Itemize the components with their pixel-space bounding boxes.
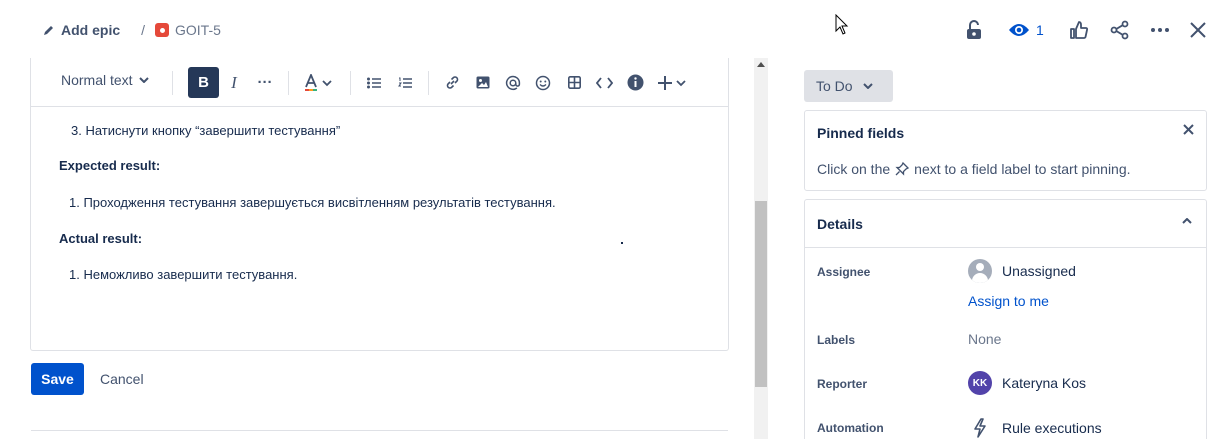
scrollbar-thumb[interactable] xyxy=(755,201,767,387)
add-epic-label: Add epic xyxy=(61,22,121,38)
details-title[interactable]: Details xyxy=(817,216,863,232)
more-actions-button[interactable] xyxy=(1150,27,1170,33)
share-button[interactable] xyxy=(1110,20,1130,40)
bold-button[interactable]: B xyxy=(188,67,219,98)
eye-icon xyxy=(1009,24,1029,36)
bullet-list-button[interactable] xyxy=(366,67,382,98)
automation-value[interactable]: Rule executions xyxy=(968,418,1102,438)
link-icon xyxy=(446,76,458,89)
italic-button[interactable]: I xyxy=(226,67,242,98)
cancel-button[interactable]: Cancel xyxy=(100,371,144,387)
lightning-icon xyxy=(974,418,986,438)
watch-count: 1 xyxy=(1036,22,1044,38)
emoji-button[interactable] xyxy=(534,67,552,98)
pinned-hint-before: Click on the xyxy=(817,161,891,177)
actual-result-heading: Actual result: xyxy=(59,231,143,246)
close-issue-button[interactable] xyxy=(1190,22,1206,38)
text-color-icon xyxy=(305,73,332,91)
labels-label: Labels xyxy=(817,333,856,347)
avatar: KK xyxy=(968,371,992,395)
issue-key-link[interactable]: GOIT-5 xyxy=(155,22,221,38)
divider xyxy=(805,247,1206,248)
image-icon xyxy=(476,76,490,89)
close-icon xyxy=(1190,22,1206,38)
expected-result-item: 1. Проходження тестування завершується в… xyxy=(69,195,556,210)
pinned-fields-title: Pinned fields xyxy=(817,125,905,141)
reporter-value[interactable]: KK Kateryna Kos xyxy=(968,371,1086,395)
assign-to-me-link[interactable]: Assign to me xyxy=(968,293,1049,309)
assignee-value[interactable]: Unassigned xyxy=(968,259,1076,283)
close-icon[interactable] xyxy=(1183,124,1194,135)
avatar xyxy=(968,259,992,283)
save-button[interactable]: Save xyxy=(31,363,84,395)
code-icon xyxy=(595,76,613,89)
breadcrumb: Add epic / GOIT-5 xyxy=(43,19,221,41)
labels-value[interactable]: None xyxy=(968,331,1001,347)
issue-key: GOIT-5 xyxy=(175,22,221,38)
pinned-fields-card: Pinned fields Click on the next to a fie… xyxy=(804,110,1207,191)
share-icon xyxy=(1110,20,1129,40)
reporter-label: Reporter xyxy=(817,377,868,391)
table-button[interactable] xyxy=(566,67,582,98)
status-dropdown[interactable]: To Do xyxy=(804,70,893,102)
insert-more-button[interactable] xyxy=(657,67,687,98)
toolbar-divider xyxy=(288,71,289,95)
info-icon xyxy=(627,74,643,91)
table-icon xyxy=(567,76,581,89)
scroll-up-arrow-icon[interactable] xyxy=(757,62,765,67)
expected-result-heading: Expected result: xyxy=(59,158,161,173)
toolbar-divider xyxy=(350,71,351,95)
pin-icon xyxy=(895,161,910,176)
thumbs-up-icon xyxy=(1069,21,1088,39)
pinned-hint-after: next to a field label to start pinning. xyxy=(914,161,1131,177)
pinned-fields-hint: Click on the next to a field label to st… xyxy=(817,161,1131,177)
mouse-cursor-icon xyxy=(835,14,849,35)
automation-text: Rule executions xyxy=(1002,420,1102,436)
bug-icon xyxy=(155,23,170,37)
breadcrumb-separator: / xyxy=(141,22,146,38)
details-card: Details xyxy=(804,199,1207,439)
divider xyxy=(31,430,728,431)
issue-actions: 1 xyxy=(962,18,1206,42)
lock-button[interactable] xyxy=(962,20,986,40)
info-panel-button[interactable] xyxy=(626,67,644,98)
add-epic-link[interactable]: Add epic xyxy=(43,22,120,38)
assignee-label: Assignee xyxy=(817,265,871,279)
chevron-down-icon xyxy=(862,83,873,89)
toolbar-divider xyxy=(428,71,429,95)
emoji-icon xyxy=(535,75,551,90)
bullet-list-icon xyxy=(367,77,381,88)
pencil-icon xyxy=(44,26,53,35)
status-label: To Do xyxy=(816,78,853,94)
numbered-list-button[interactable] xyxy=(397,67,413,98)
mention-icon xyxy=(505,75,521,90)
link-button[interactable] xyxy=(444,67,460,98)
chevron-down-icon xyxy=(138,77,149,83)
mention-button[interactable] xyxy=(504,67,522,98)
assignee-name: Unassigned xyxy=(1002,263,1076,279)
text-style-label: Normal text xyxy=(61,72,133,88)
toolbar-divider xyxy=(172,71,173,95)
more-icon xyxy=(1150,28,1169,32)
text-color-button[interactable] xyxy=(302,67,334,98)
code-button[interactable] xyxy=(594,67,614,98)
watch-button[interactable]: 1 xyxy=(1008,22,1044,38)
plus-icon xyxy=(658,75,686,90)
reporter-name: Kateryna Kos xyxy=(1002,375,1087,391)
text-caret xyxy=(621,242,623,244)
image-button[interactable] xyxy=(475,67,491,98)
text-style-dropdown[interactable]: Normal text xyxy=(61,72,149,88)
like-button[interactable] xyxy=(1069,20,1089,40)
automation-label: Automation xyxy=(817,421,884,435)
step-item: 3. Натиснути кнопку “завершити тестуванн… xyxy=(71,123,341,138)
chevron-up-icon[interactable] xyxy=(1182,218,1192,224)
unlock-icon xyxy=(967,20,981,39)
actual-result-item: 1. Неможливо завершити тестування. xyxy=(69,267,298,282)
more-formatting-button[interactable]: ··· xyxy=(256,67,274,98)
numbered-list-icon xyxy=(398,77,412,88)
